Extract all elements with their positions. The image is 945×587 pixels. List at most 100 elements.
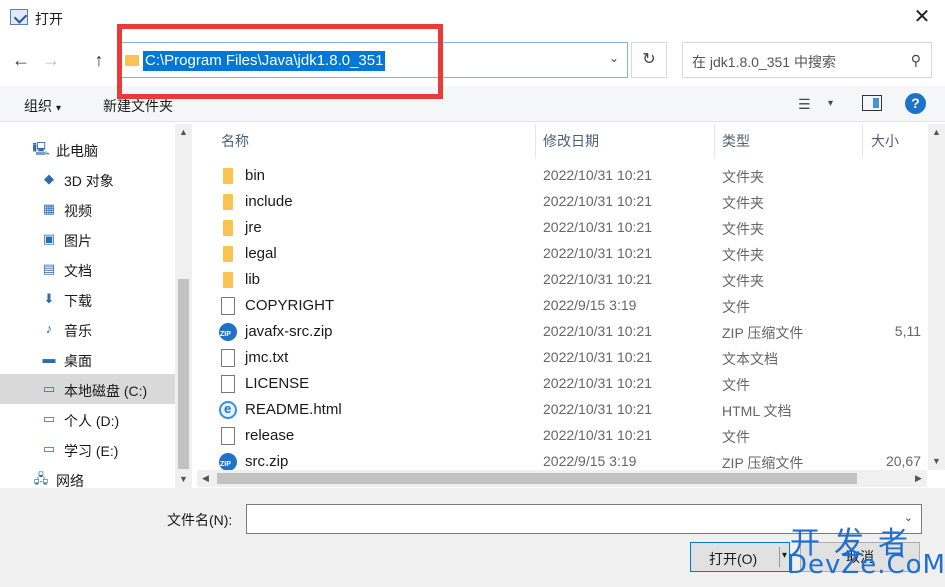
- file-row[interactable]: javafx-src.zip 2022/10/31 10:21 ZIP 压缩文件 5,…: [197, 319, 945, 345]
- download-icon: ⬇: [43, 291, 55, 306]
- sidebar-item-label: 桌面: [64, 353, 92, 369]
- file-modified-date: 2022/10/31 10:21: [543, 401, 652, 417]
- back-button[interactable]: ←: [10, 48, 32, 72]
- open-button[interactable]: 打开(O) ▾: [690, 542, 790, 572]
- close-button[interactable]: ✕: [899, 0, 945, 34]
- column-header-type[interactable]: 类型: [722, 124, 750, 158]
- file-row[interactable]: LICENSE 2022/10/31 10:21 文件: [197, 371, 945, 397]
- drive-d-icon: ▭: [42, 411, 56, 426]
- column-header-name[interactable]: 名称: [221, 124, 249, 158]
- sidebar-item-label: 学习 (E:): [64, 443, 119, 459]
- sidebar-item[interactable]: ▦ 视频: [0, 194, 175, 224]
- html-file-icon: [219, 401, 237, 419]
- sidebar-item-label: 个人 (D:): [64, 413, 120, 429]
- file-type: 文件: [722, 377, 750, 393]
- sidebar-item[interactable]: ▤ 文档: [0, 254, 175, 284]
- network-icon: 🖧: [33, 471, 49, 486]
- column-header-size[interactable]: 大小: [871, 124, 899, 158]
- folder-icon: [223, 194, 233, 210]
- file-modified-date: 2022/9/15 3:19: [543, 453, 637, 469]
- horizontal-scrollbar[interactable]: ◀ ▶: [197, 470, 927, 487]
- file-row[interactable]: include 2022/10/31 10:21 文件夹: [197, 189, 945, 215]
- address-path[interactable]: C:\Program Files\Java\jdk1.8.0_351: [143, 51, 386, 71]
- file-modified-date: 2022/10/31 10:21: [543, 167, 652, 183]
- address-bar[interactable]: C:\Program Files\Java\jdk1.8.0_351 ⌄: [118, 42, 628, 78]
- forward-button[interactable]: →: [40, 48, 62, 72]
- organize-menu-button[interactable]: 组织 ▾: [24, 96, 61, 116]
- file-row[interactable]: lib 2022/10/31 10:21 文件夹: [197, 267, 945, 293]
- file-name: jmc.txt: [245, 349, 289, 366]
- scroll-down-icon[interactable]: ▼: [175, 471, 192, 488]
- file-name: release: [245, 427, 295, 444]
- chevron-down-icon[interactable]: ⌄: [904, 511, 913, 524]
- cancel-button[interactable]: 取消: [800, 542, 920, 572]
- file-modified-date: 2022/10/31 10:21: [543, 193, 652, 209]
- file-row[interactable]: jre 2022/10/31 10:21 文件夹: [197, 215, 945, 241]
- folder-icon: [223, 220, 233, 236]
- sidebar-item[interactable]: ▭ 本地磁盘 (C:): [0, 374, 175, 404]
- column-divider[interactable]: [714, 124, 715, 158]
- sidebar-scroll-thumb[interactable]: [178, 279, 189, 469]
- sidebar-item[interactable]: ◆ 3D 对象: [0, 164, 175, 194]
- sidebar-item[interactable]: ▭ 学习 (E:): [0, 434, 175, 464]
- chevron-down-icon[interactable]: ▾: [828, 98, 833, 109]
- command-toolbar: 组织 ▾ 新建文件夹 ☰ ▾ ?: [0, 86, 945, 122]
- search-icon[interactable]: ⚲: [911, 52, 921, 69]
- open-dropdown-icon[interactable]: ▾: [782, 550, 787, 561]
- file-row[interactable]: bin 2022/10/31 10:21 文件夹: [197, 163, 945, 189]
- file-modified-date: 2022/10/31 10:21: [543, 219, 652, 235]
- file-icon: [221, 349, 235, 367]
- navigation-pane: 🖳 此电脑 ◆ 3D 对象 ▦ 视频 ▣ 图片 ▤ 文档 ⬇ 下载 ♪ 音乐 ▬ 桌面 ▭ 本地磁盘 (C:) ▭ 个…: [0, 124, 192, 488]
- drive-c-icon: ▭: [42, 381, 56, 396]
- file-type: HTML 文档: [722, 403, 792, 419]
- refresh-button[interactable]: ↻: [631, 42, 667, 78]
- file-row[interactable]: COPYRIGHT 2022/9/15 3:19 文件: [197, 293, 945, 319]
- file-list-scrollbar[interactable]: ▲ ▼: [928, 124, 945, 470]
- open-button-label: 打开(O): [709, 551, 758, 567]
- new-folder-button[interactable]: 新建文件夹: [103, 96, 173, 116]
- file-row[interactable]: README.html 2022/10/31 10:21 HTML 文档: [197, 397, 945, 423]
- file-name: LICENSE: [245, 375, 310, 392]
- sidebar-item[interactable]: ▭ 个人 (D:): [0, 404, 175, 434]
- file-icon: [221, 297, 235, 315]
- sidebar-item[interactable]: 🖳 此电脑: [0, 134, 175, 164]
- view-options-icon[interactable]: ☰: [798, 96, 811, 113]
- sidebar-item[interactable]: 🖧 网络: [0, 464, 175, 488]
- scroll-down-icon[interactable]: ▼: [928, 453, 945, 470]
- scroll-up-icon[interactable]: ▲: [175, 124, 192, 141]
- dialog-footer: 文件名(N): ⌄ 打开(O) ▾ 取消: [0, 488, 945, 587]
- file-type: 文件夹: [722, 195, 764, 211]
- scroll-left-icon[interactable]: ◀: [197, 470, 214, 487]
- preview-pane-icon[interactable]: [862, 95, 882, 111]
- sidebar-item[interactable]: ⬇ 下载: [0, 284, 175, 314]
- scroll-right-icon[interactable]: ▶: [910, 470, 927, 487]
- up-button[interactable]: ↑: [88, 48, 110, 72]
- sidebar-item[interactable]: ▣ 图片: [0, 224, 175, 254]
- horizontal-scroll-thumb[interactable]: [217, 473, 857, 484]
- file-name: include: [245, 193, 293, 210]
- open-file-dialog: 打开 ✕ ← → ↑ C:\Program Files\Java\jdk1.8.…: [0, 0, 945, 587]
- pictures-icon: ▣: [42, 231, 56, 246]
- help-icon[interactable]: ?: [905, 93, 926, 114]
- filename-input[interactable]: ⌄: [246, 504, 922, 534]
- documents-icon: ▤: [42, 261, 56, 276]
- sidebar-item[interactable]: ▬ 桌面: [0, 344, 175, 374]
- scroll-up-icon[interactable]: ▲: [928, 124, 945, 141]
- zip-file-icon: [219, 453, 237, 471]
- sidebar-item[interactable]: ♪ 音乐: [0, 314, 175, 344]
- column-divider[interactable]: [535, 124, 536, 158]
- sidebar-scrollbar[interactable]: ▲ ▼: [175, 124, 192, 488]
- file-row[interactable]: jmc.txt 2022/10/31 10:21 文本文档: [197, 345, 945, 371]
- search-input[interactable]: 在 jdk1.8.0_351 中搜索 ⚲: [682, 42, 932, 78]
- sort-ascending-icon: ⌃: [370, 124, 378, 127]
- search-placeholder: 在 jdk1.8.0_351 中搜索: [692, 54, 836, 70]
- file-modified-date: 2022/9/15 3:19: [543, 297, 637, 313]
- file-row[interactable]: legal 2022/10/31 10:21 文件夹: [197, 241, 945, 267]
- file-row[interactable]: release 2022/10/31 10:21 文件: [197, 423, 945, 449]
- column-header-date[interactable]: 修改日期: [543, 124, 599, 158]
- chevron-down-icon[interactable]: ⌄: [609, 51, 619, 65]
- file-modified-date: 2022/10/31 10:21: [543, 245, 652, 261]
- chevron-down-icon: ▾: [56, 103, 62, 114]
- title-bar: 打开 ✕: [0, 0, 945, 34]
- column-divider[interactable]: [862, 124, 863, 158]
